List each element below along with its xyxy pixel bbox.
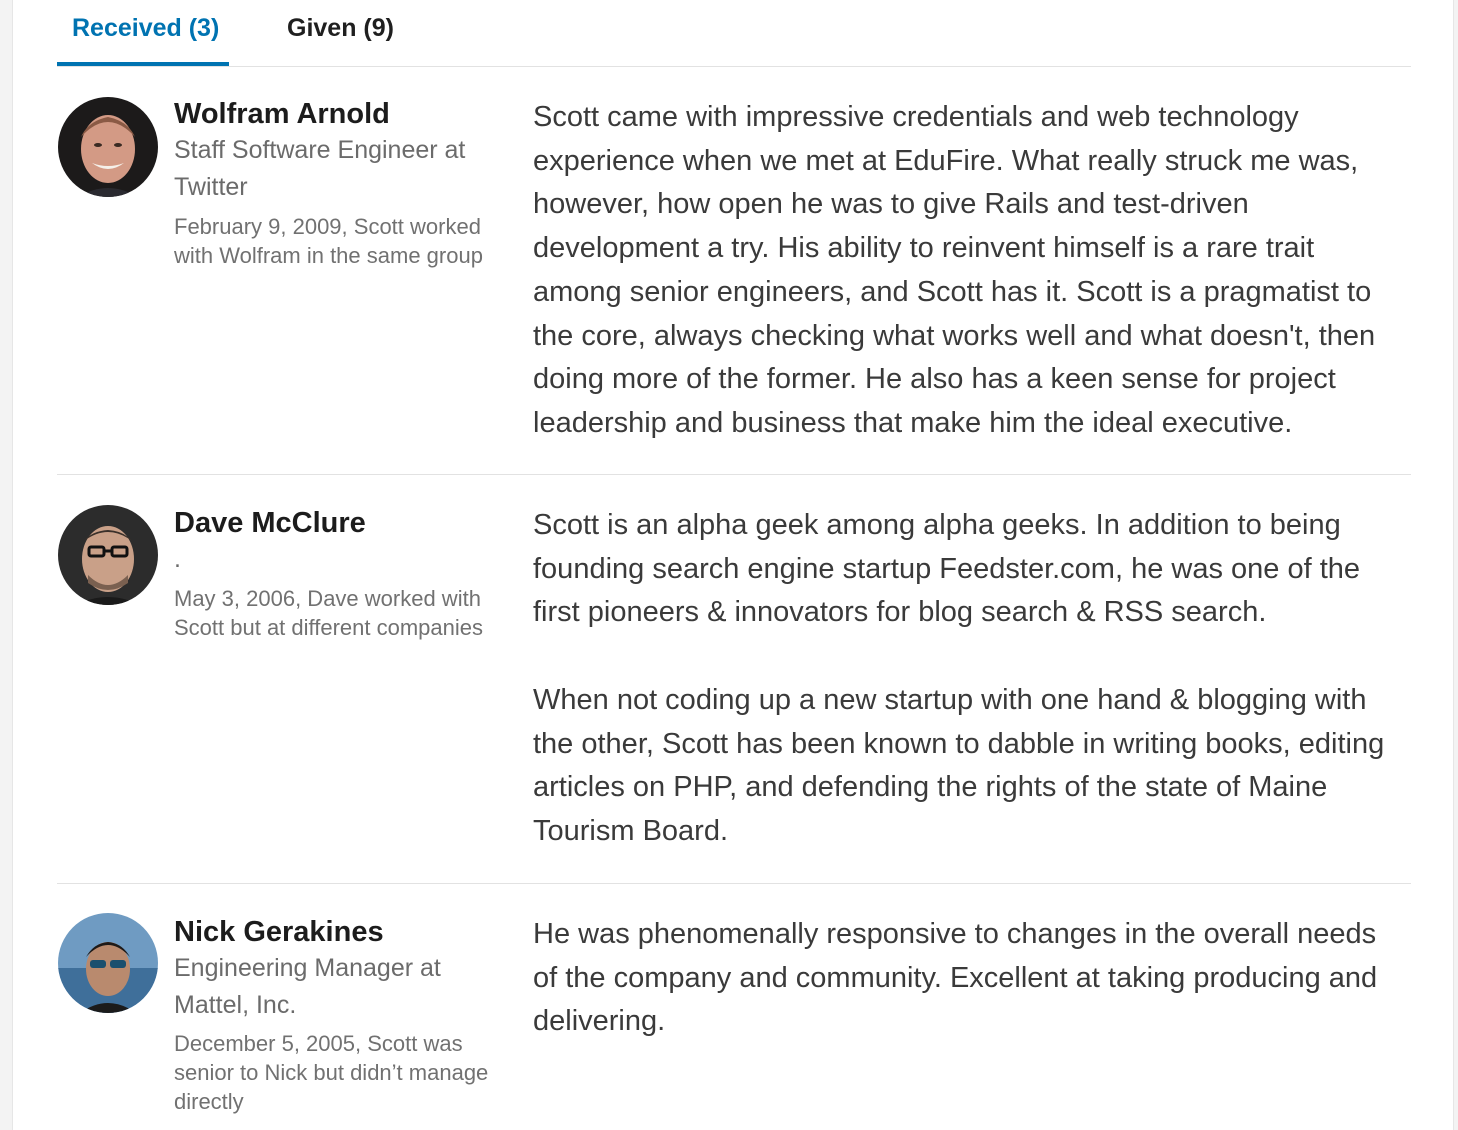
recommendation-meta: December 5, 2005, Scott was senior to Ni… [174, 1031, 489, 1114]
recommendation-paragraph: Scott came with impressive credentials a… [533, 101, 1376, 439]
recommendation-text: He was phenomenally responsive to change… [533, 913, 1403, 1044]
recommendation-text: Scott came with impressive credentials a… [533, 96, 1403, 446]
recommendation-tabs: Received (3) Given (9) [57, 0, 1411, 67]
recommendation-paragraph: When not coding up a new startup with on… [533, 683, 1385, 847]
tab-given[interactable]: Given (9) [272, 0, 409, 66]
recommendation-text: Scott is an alpha geek among alpha geeks… [533, 504, 1403, 854]
recommendation-meta: February 9, 2009, Scott worked with Wolf… [174, 214, 483, 268]
tab-received[interactable]: Received (3) [57, 0, 229, 66]
recommendation-paragraph: Scott is an alpha geek among alpha geeks… [533, 509, 1361, 629]
recommender-headline: . [174, 545, 181, 573]
avatar-dave-mcclure[interactable] [58, 505, 158, 605]
recommender-headline: Staff Software Engineer at Twitter [174, 136, 466, 201]
avatar-nick-gerakines[interactable] [58, 913, 158, 1013]
recommendation-item: Dave McClure . May 3, 2006, Dave worked … [57, 475, 1411, 884]
recommender-name[interactable]: Wolfram Arnold [174, 96, 390, 132]
recommendation-item: Nick Gerakines Engineering Manager at Ma… [57, 884, 1411, 1130]
recommendation-paragraph: He was phenomenally responsive to change… [533, 918, 1378, 1038]
recommender-name[interactable]: Nick Gerakines [174, 914, 384, 950]
recommendation-item: Wolfram Arnold Staff Software Engineer a… [57, 66, 1411, 475]
recommender-headline: Engineering Manager at Mattel, Inc. [174, 954, 441, 1019]
recommender-name[interactable]: Dave McClure [174, 505, 366, 541]
avatar-wolfram-arnold[interactable] [58, 97, 158, 197]
recommendation-meta: May 3, 2006, Dave worked with Scott but … [174, 586, 483, 640]
recommendations-card: Received (3) Given (9) Wolfram Arnold St… [12, 0, 1454, 1130]
